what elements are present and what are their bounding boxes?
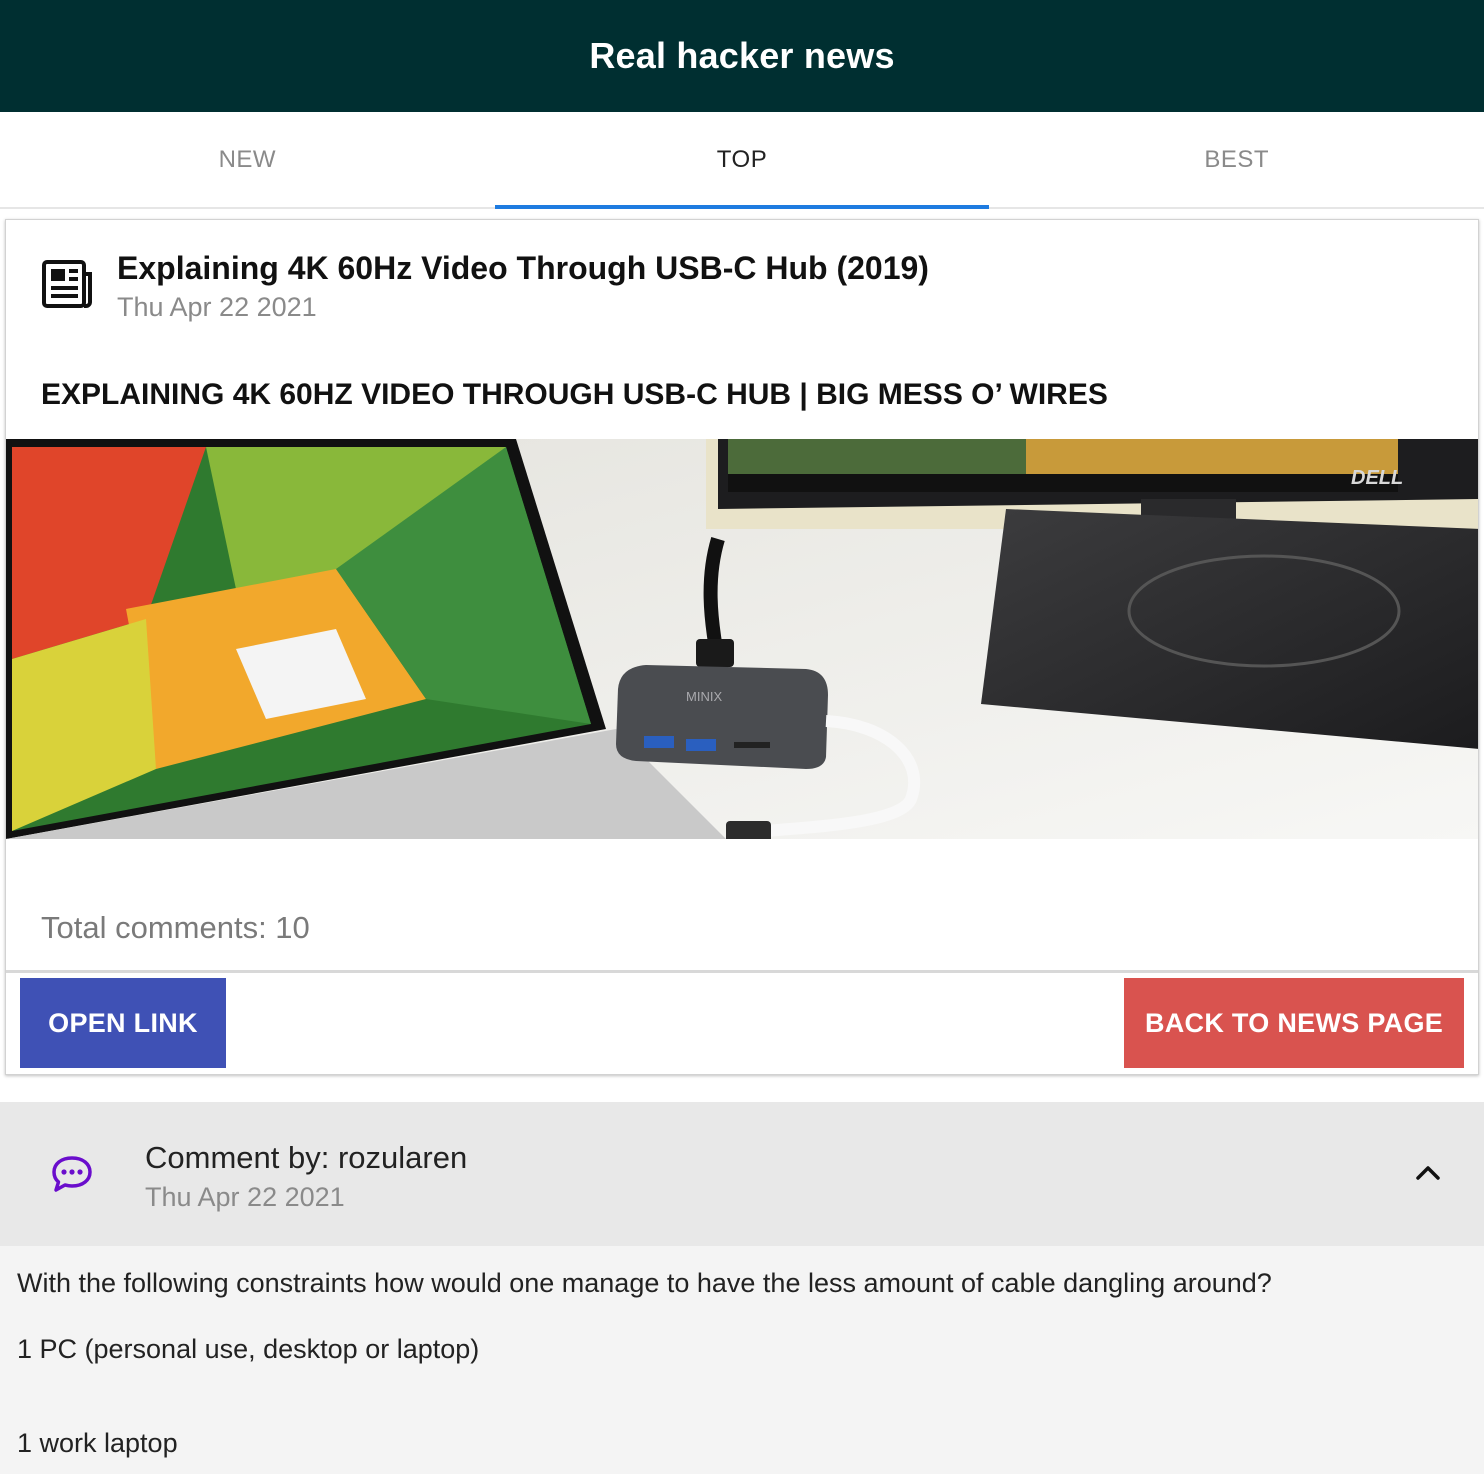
tab-best[interactable]: BEST [989, 112, 1484, 207]
chat-bubble-icon [52, 1156, 92, 1192]
hub-brand: MINIX [686, 689, 722, 704]
tab-new[interactable]: NEW [0, 112, 495, 207]
app-bar: Real hacker news [0, 0, 1484, 112]
comment-paragraph: With the following constraints how would… [17, 1268, 1272, 1298]
open-link-button[interactable]: OPEN LINK [20, 978, 226, 1068]
total-comments: Total comments: 10 [41, 910, 310, 945]
story-title: Explaining 4K 60Hz Video Through USB-C H… [117, 250, 929, 286]
app-title: Real hacker news [589, 35, 895, 76]
newspaper-icon [42, 260, 92, 308]
back-to-news-button[interactable]: BACK TO NEWS PAGE [1124, 978, 1464, 1068]
card-divider [6, 970, 1478, 973]
tab-bar: NEW TOP BEST [0, 112, 1484, 209]
story-date: Thu Apr 22 2021 [117, 292, 317, 322]
comment-paragraph: 1 PC (personal use, desktop or laptop) [17, 1334, 480, 1364]
story-header: Explaining 4K 60Hz Video Through USB-C H… [6, 220, 1478, 330]
comment-body: With the following constraints how would… [0, 1246, 1484, 1474]
comment-header[interactable]: Comment by: rozularen Thu Apr 22 2021 [0, 1102, 1484, 1246]
comment-paragraph: 1 work laptop [17, 1428, 178, 1458]
comment-date: Thu Apr 22 2021 [145, 1182, 345, 1212]
comment-author: Comment by: rozularen [145, 1140, 468, 1175]
monitor-brand: DELL [1351, 467, 1403, 489]
usb-c-hub-photo: DELL MINIX [6, 439, 1478, 839]
chevron-up-icon[interactable] [1412, 1160, 1444, 1184]
link-preview-title: EXPLAINING 4K 60HZ VIDEO THROUGH USB-C H… [41, 378, 1108, 411]
story-card: Explaining 4K 60Hz Video Through USB-C H… [5, 219, 1479, 1075]
link-preview-image: DELL MINIX [6, 439, 1478, 839]
tab-top[interactable]: TOP [494, 112, 990, 209]
